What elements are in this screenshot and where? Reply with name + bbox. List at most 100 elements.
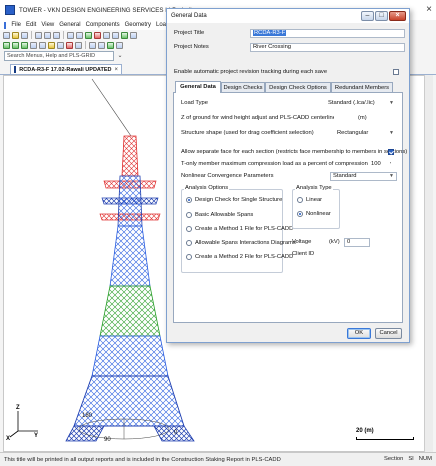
members-icon[interactable] xyxy=(12,41,19,49)
radio-linear[interactable] xyxy=(297,197,303,203)
axis-label-z: Z xyxy=(16,405,20,411)
rotate-icon[interactable] xyxy=(94,31,101,39)
radio-design-check-single[interactable] xyxy=(186,197,192,203)
chevron-down-icon: ▼ xyxy=(389,130,394,136)
units-indicator: SI xyxy=(408,456,414,462)
radio-interaction-diagrams[interactable] xyxy=(186,240,192,246)
app-menu-icon[interactable] xyxy=(4,21,7,29)
search-dropdown-icon[interactable]: ⌄ xyxy=(114,51,126,61)
menu-search-input[interactable]: Search Menus, Help and PLS-GRID xyxy=(4,51,114,61)
copy-icon[interactable] xyxy=(44,31,51,39)
analysis-type-title: Analysis Type xyxy=(295,185,333,191)
document-tab[interactable]: RCDA-R3-F 17.02-Rawali UPDATED × xyxy=(10,64,122,74)
nonlinear-value: Standard xyxy=(333,173,357,179)
app-icon xyxy=(5,5,15,15)
minimize-button[interactable]: – xyxy=(361,11,374,21)
ok-button[interactable]: OK xyxy=(347,328,371,339)
z-ground-label: Z of ground for wind height adjust and P… xyxy=(181,115,336,121)
nonlinear-type-label: Nonlinear xyxy=(306,211,331,217)
labels-icon[interactable] xyxy=(48,41,55,49)
earthwire-line xyxy=(91,78,132,137)
cut-icon[interactable] xyxy=(35,31,42,39)
check-icon[interactable] xyxy=(107,41,114,49)
load-type-value: Standard (.lca/.lic) xyxy=(328,100,375,106)
project-title-field[interactable]: RCDA-R3-F xyxy=(250,29,405,38)
nonlinear-label: Nonlinear Convergence Parameters xyxy=(181,173,274,179)
view-3d-icon[interactable] xyxy=(121,31,128,39)
analysis-options-title: Analysis Options xyxy=(184,185,230,191)
tower-middle-body xyxy=(99,285,161,337)
results-icon[interactable] xyxy=(66,41,73,49)
general-data-dialog: General Data – □ × Project Title RCDA-R3… xyxy=(166,8,410,343)
select-icon[interactable] xyxy=(89,41,96,49)
view-front-icon[interactable] xyxy=(103,31,110,39)
document-icon xyxy=(14,66,17,73)
toolbar-1 xyxy=(0,30,166,40)
tension-only-field[interactable]: 100 xyxy=(368,160,390,169)
scale-label: 20 (m) xyxy=(356,428,374,434)
radio-method-1-file[interactable] xyxy=(186,226,192,232)
rotation-label-90: 90 xyxy=(104,437,111,443)
project-title-value: RCDA-R3-F xyxy=(253,30,287,36)
nonlinear-select[interactable]: Standard ▼ xyxy=(330,172,397,181)
menu-view[interactable]: View xyxy=(41,22,54,28)
tab-general-data[interactable]: General Data xyxy=(175,81,221,93)
voltage-field[interactable]: 0 xyxy=(344,238,370,247)
chevron-down-icon: ▼ xyxy=(389,100,394,106)
numlock-indicator: NUM xyxy=(418,456,432,462)
insulators-icon[interactable] xyxy=(30,41,37,49)
new-file-icon[interactable] xyxy=(3,31,10,39)
maximize-button[interactable]: □ xyxy=(375,11,388,21)
interaction-diagrams-label: Allowable Spans Interactions Diagrams xyxy=(195,240,296,246)
open-file-icon[interactable] xyxy=(12,31,19,39)
general-data-panel: Load Type Standard (.lca/.lic) ▼ Z of gr… xyxy=(173,92,407,323)
structure-shape-select[interactable]: Rectangular ▼ xyxy=(334,129,397,138)
tower-upper-body xyxy=(109,225,151,287)
paste-icon[interactable] xyxy=(53,31,60,39)
text-icon[interactable] xyxy=(130,31,137,39)
revision-tracking-label: Enable automatic project revision tracki… xyxy=(174,69,328,75)
method-1-file-label: Create a Method 1 File for PLS-CADD xyxy=(195,226,294,232)
window-close-icon[interactable]: × xyxy=(426,4,432,15)
separate-face-checkbox[interactable] xyxy=(388,149,394,155)
cancel-button[interactable]: Cancel xyxy=(375,328,402,339)
voltage-unit: (kV) xyxy=(329,239,340,245)
project-notes-label: Project Notes xyxy=(174,44,209,50)
close-button[interactable]: × xyxy=(389,11,406,21)
load-type-label: Load Type xyxy=(181,100,208,106)
menu-bar: File Edit View General Components Geomet… xyxy=(0,20,166,30)
status-message: This title will be printed in all output… xyxy=(4,456,281,463)
menu-loads[interactable]: Loa xyxy=(156,22,166,28)
zoom-in-icon[interactable] xyxy=(67,31,74,39)
menu-edit[interactable]: Edit xyxy=(26,22,36,28)
revision-tracking-checkbox[interactable] xyxy=(393,69,399,75)
measure-icon[interactable] xyxy=(98,41,105,49)
zoom-out-icon[interactable] xyxy=(76,31,83,39)
view-side-icon[interactable] xyxy=(112,31,119,39)
project-notes-field[interactable]: River Crossing xyxy=(250,43,405,52)
radio-basic-allowable-spans[interactable] xyxy=(186,212,192,218)
document-tab-close-icon[interactable]: × xyxy=(114,67,118,73)
deflection-icon[interactable] xyxy=(75,41,82,49)
sections-icon[interactable] xyxy=(21,41,28,49)
menu-components[interactable]: Components xyxy=(86,22,120,28)
method-2-file-label: Create a Method 2 File for PLS-CADD xyxy=(195,254,294,260)
dialog-title: General Data xyxy=(171,13,207,19)
report-icon[interactable] xyxy=(116,41,123,49)
load-type-select[interactable]: Standard (.lca/.lic) ▼ xyxy=(325,99,397,108)
save-icon[interactable] xyxy=(21,31,28,39)
toolbar-separator xyxy=(31,31,32,39)
radio-method-2-file[interactable] xyxy=(186,254,192,260)
vertical-scrollbar[interactable] xyxy=(424,75,433,452)
grid-icon[interactable] xyxy=(57,41,64,49)
pan-icon[interactable] xyxy=(85,31,92,39)
loads-icon[interactable] xyxy=(39,41,46,49)
structure-shape-value: Rectangular xyxy=(337,130,369,136)
menu-file[interactable]: File xyxy=(11,22,21,28)
radio-nonlinear[interactable] xyxy=(297,211,303,217)
joints-icon[interactable] xyxy=(3,41,10,49)
tower-leg-left xyxy=(65,425,105,442)
menu-general[interactable]: General xyxy=(59,22,80,28)
menu-geometry[interactable]: Geometry xyxy=(125,22,151,28)
tower-lower-body xyxy=(91,335,169,377)
